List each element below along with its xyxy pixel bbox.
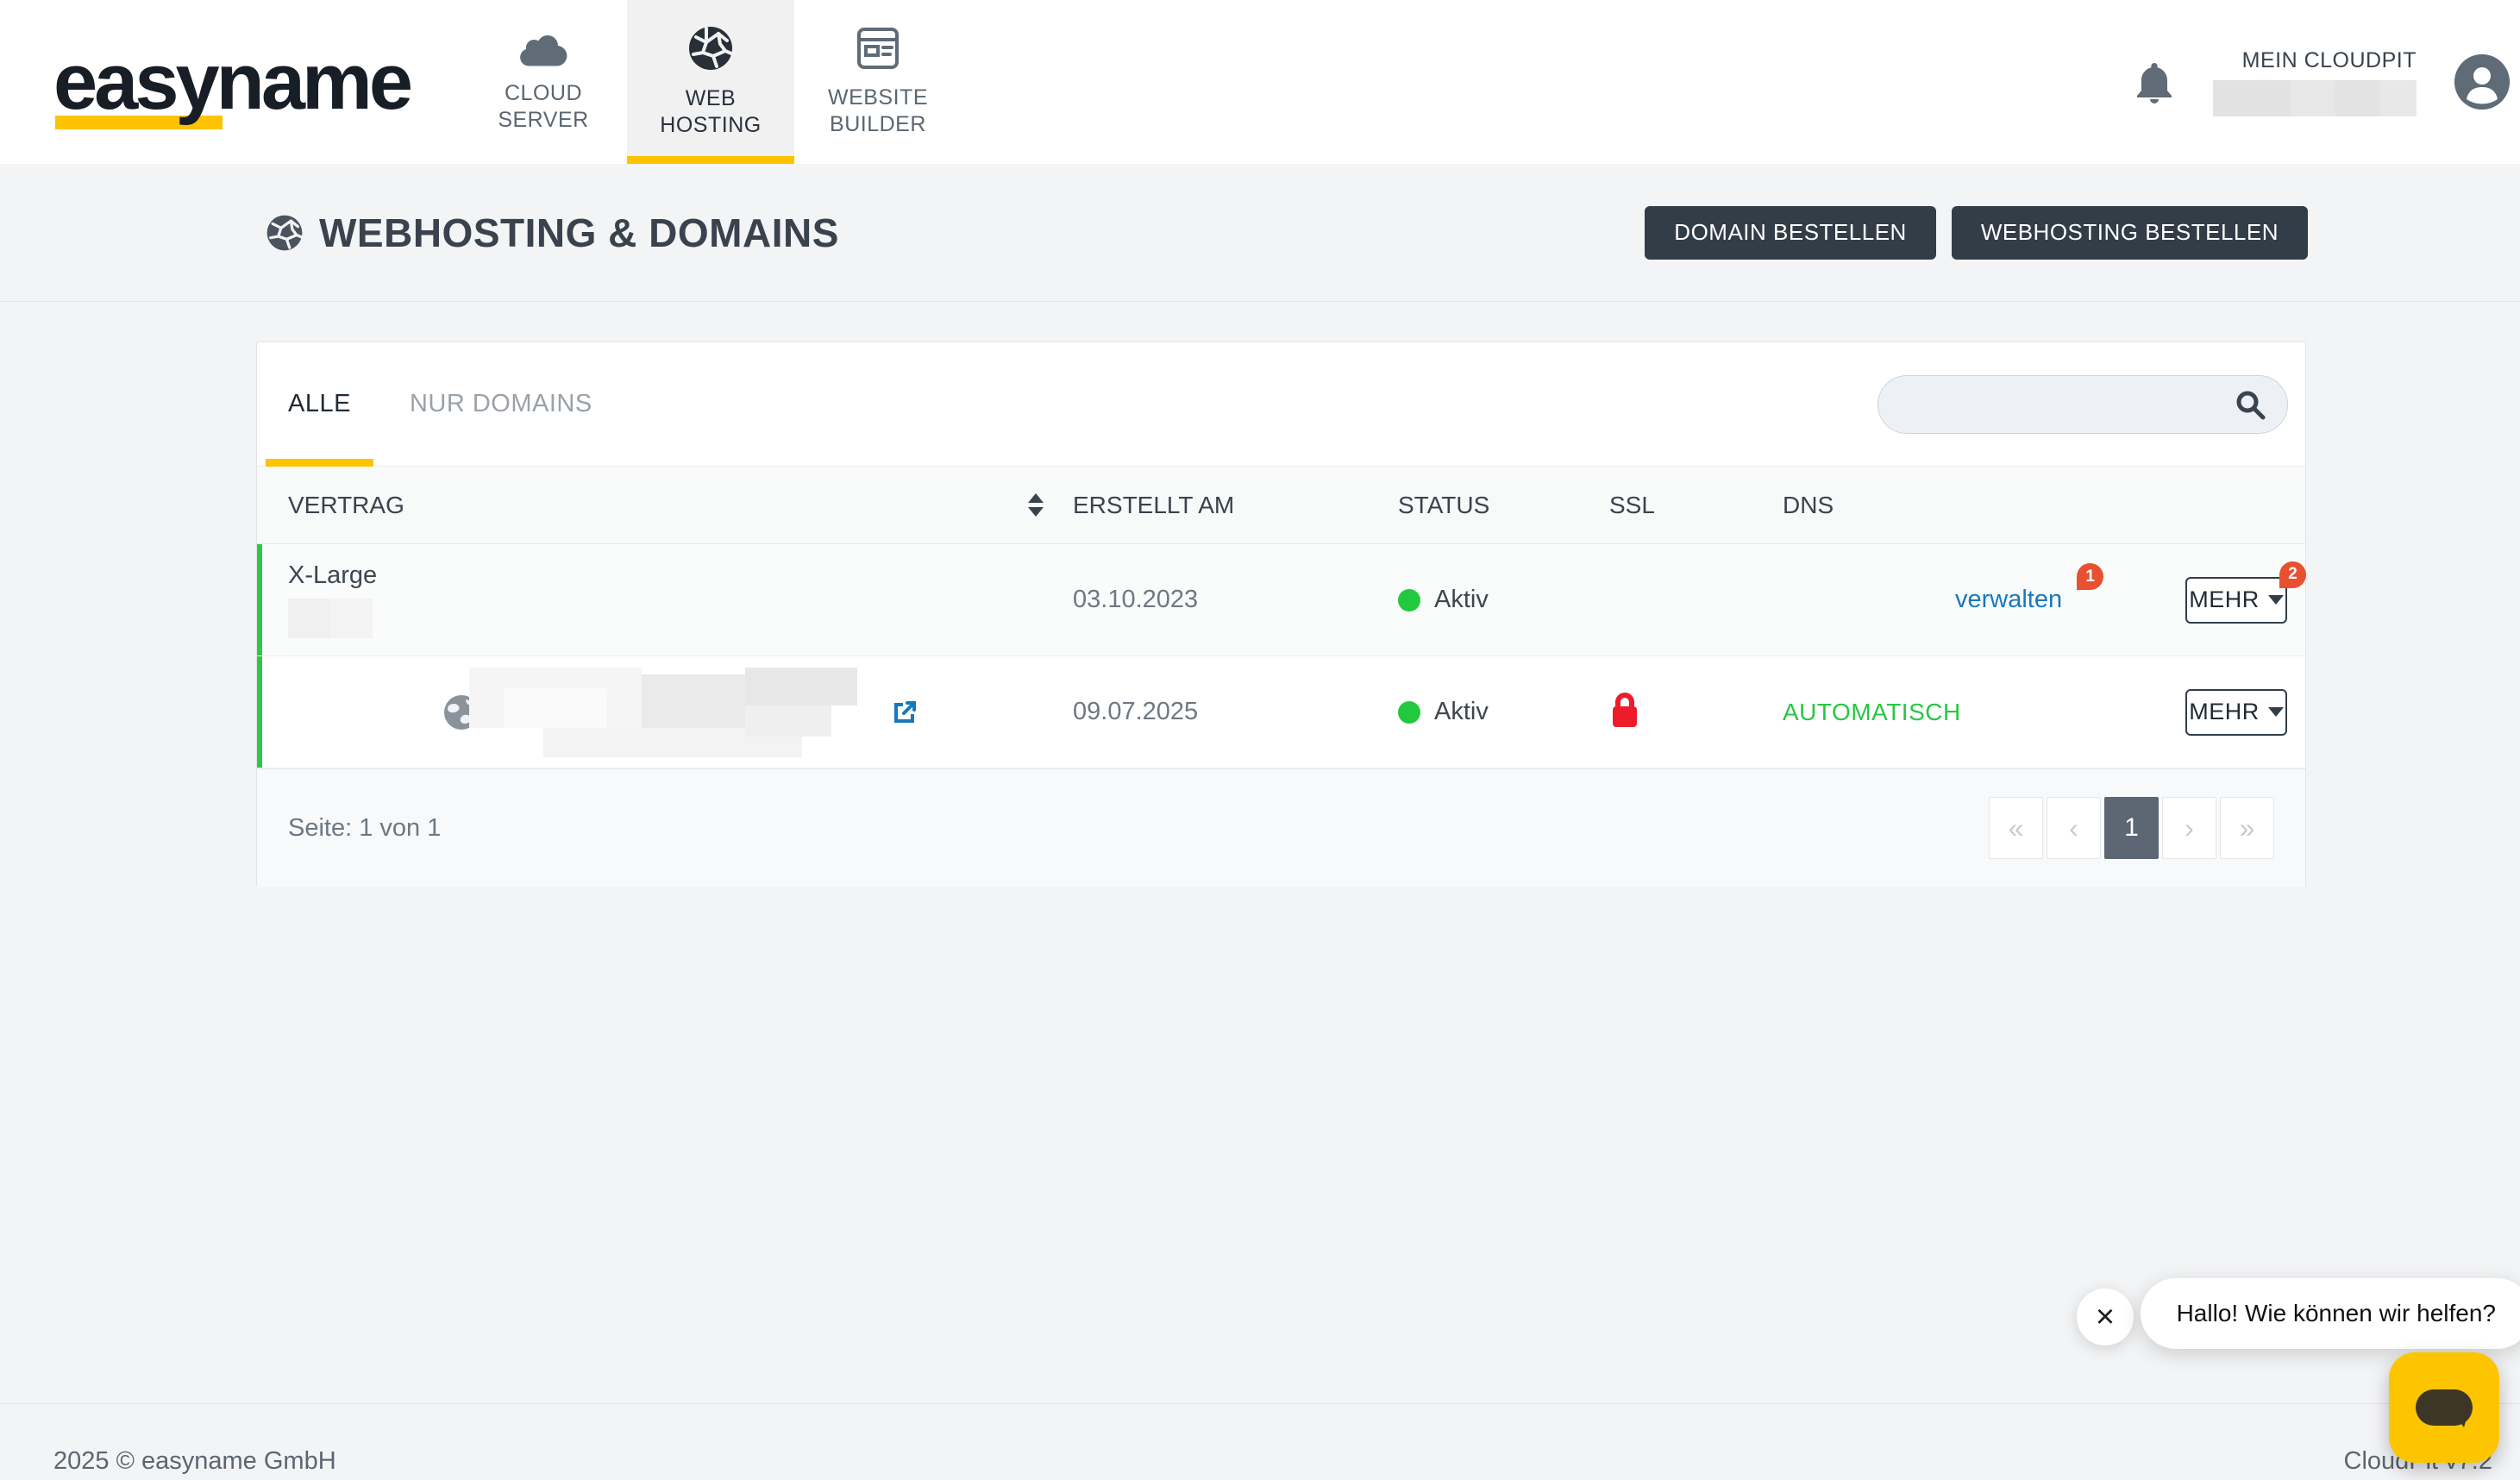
status-cell: Aktiv — [1398, 698, 1609, 726]
column-header-erstellt-am: ERSTELLT AM — [1073, 492, 1398, 519]
ssl-cell — [1609, 691, 1783, 733]
account-label: MEIN CLOUDPIT — [2242, 48, 2417, 73]
mehr-dropdown-button[interactable]: MEHR — [2185, 689, 2287, 736]
account-menu[interactable]: MEIN CLOUDPIT — [2213, 48, 2417, 116]
notification-badge: 2 — [2279, 561, 2306, 588]
chat-close-button[interactable]: × — [2077, 1289, 2134, 1345]
domain-name-redacted — [469, 668, 874, 757]
page-title-band: WEBHOSTING & DOMAINS DOMAIN BESTELLEN WE… — [0, 164, 2520, 302]
mehr-dropdown-button[interactable]: MEHR — [2185, 577, 2287, 624]
page-title-wrap: WEBHOSTING & DOMAINS — [266, 210, 839, 256]
table-header-row: VERTRAG ERSTELLT AM STATUS SSL DNS — [257, 467, 2305, 544]
webhosting-globe-icon — [266, 214, 304, 252]
status-dot-green — [1398, 701, 1420, 724]
pagination-bar: Seite: 1 von 1 « ‹ 1 › » — [257, 768, 2305, 887]
contract-cell: X-Large — [257, 561, 1073, 638]
card-tabs-bar: ALLE NUR DOMAINS — [257, 342, 2305, 467]
more-cell: MEHR 2 — [2185, 577, 2307, 624]
contract-name: X-Large — [288, 561, 1073, 590]
header-right: MEIN CLOUDPIT — [2134, 48, 2520, 116]
tab-nur-domains[interactable]: NUR DOMAINS — [380, 342, 622, 466]
close-icon: × — [2096, 1299, 2115, 1336]
copyright-text: 2025 © easyname GmbH — [53, 1447, 336, 1476]
nav-label: CLOUD SERVER — [498, 80, 588, 135]
column-header-ssl: SSL — [1609, 492, 1783, 519]
account-name-redacted — [2213, 80, 2417, 116]
status-cell: Aktiv — [1398, 586, 1609, 614]
nav-item-website-builder[interactable]: WEBSITE BUILDER — [794, 0, 962, 164]
order-webhosting-button[interactable]: WEBHOSTING BESTELLEN — [1952, 206, 2308, 260]
table-row-hosting-contract: X-Large 03.10.2023 Aktiv verwalten 1 MEH… — [257, 544, 2305, 656]
status-label: Aktiv — [1434, 586, 1489, 614]
title-actions: DOMAIN BESTELLEN WEBHOSTING BESTELLEN — [1645, 206, 2308, 260]
page-title: WEBHOSTING & DOMAINS — [319, 210, 839, 256]
manage-cell: verwalten 1 — [1955, 586, 2185, 614]
top-header: easyname CLOUD SERVER — [0, 0, 2520, 164]
column-header-status: STATUS — [1398, 492, 1609, 519]
search-box — [1877, 375, 2288, 434]
notification-badge: 1 — [2077, 563, 2103, 590]
status-label: Aktiv — [1434, 698, 1489, 726]
page-1-button[interactable]: 1 — [2104, 797, 2159, 859]
search-icon[interactable] — [2235, 389, 2266, 420]
created-date: 09.07.2025 — [1073, 698, 1398, 726]
nav-item-web-hosting[interactable]: WEB HOSTING — [627, 0, 794, 164]
nav-label: WEB HOSTING — [660, 85, 761, 140]
search-input[interactable] — [1877, 375, 2288, 434]
column-header-vertrag: VERTRAG — [257, 492, 1073, 519]
user-icon — [2454, 54, 2510, 110]
table-row-domain: 09.07.2025 Aktiv AUTOMATISCH MEHR — [257, 656, 2305, 768]
first-page-button[interactable]: « — [1989, 797, 2043, 859]
logo-text: easyname — [53, 38, 410, 126]
more-cell: MEHR — [2185, 689, 2307, 736]
last-page-button[interactable]: » — [2220, 797, 2274, 859]
globe-icon — [687, 25, 734, 72]
verwalten-link[interactable]: verwalten — [1955, 586, 2062, 613]
chat-launcher-button[interactable] — [2389, 1352, 2499, 1463]
sort-toggle-icon[interactable] — [1028, 493, 1044, 517]
column-header-dns: DNS — [1783, 492, 1955, 519]
status-dot-green — [1398, 589, 1420, 611]
prev-page-button[interactable]: ‹ — [2047, 797, 2101, 859]
nav-item-cloud-server[interactable]: CLOUD SERVER — [460, 0, 627, 164]
chevron-down-icon — [2268, 595, 2284, 605]
ssl-lock-icon — [1609, 691, 1640, 729]
avatar[interactable] — [2454, 54, 2510, 110]
chevron-down-icon — [2268, 707, 2284, 717]
next-page-button[interactable]: › — [2162, 797, 2216, 859]
order-domain-button[interactable]: DOMAIN BESTELLEN — [1645, 206, 1936, 260]
notifications-bell-icon[interactable] — [2134, 60, 2175, 104]
main-navigation: CLOUD SERVER WEB HOSTING — [460, 0, 962, 164]
page-summary: Seite: 1 von 1 — [288, 814, 441, 843]
easyname-logo[interactable]: easyname — [53, 37, 410, 128]
footer-divider — [0, 1403, 2520, 1404]
contract-id-redacted — [288, 599, 373, 638]
domain-cell — [257, 668, 1073, 757]
nav-label: WEBSITE BUILDER — [828, 85, 928, 139]
chat-greeting-bubble[interactable]: Hallo! Wie können wir helfen? — [2141, 1278, 2520, 1349]
pagination-controls: « ‹ 1 › » — [1989, 797, 2274, 859]
website-builder-icon — [856, 26, 900, 71]
chat-bubble-icon — [2416, 1389, 2473, 1426]
cloud-icon — [518, 30, 568, 66]
dns-automatisch-label: AUTOMATISCH — [1783, 699, 1961, 725]
dns-cell: AUTOMATISCH — [1783, 699, 1955, 726]
external-link-icon[interactable] — [892, 699, 918, 725]
contracts-card: ALLE NUR DOMAINS VERTRAG ERSTELLT AM STA… — [256, 342, 2306, 887]
tab-alle[interactable]: ALLE — [266, 342, 373, 466]
created-date: 03.10.2023 — [1073, 586, 1398, 614]
